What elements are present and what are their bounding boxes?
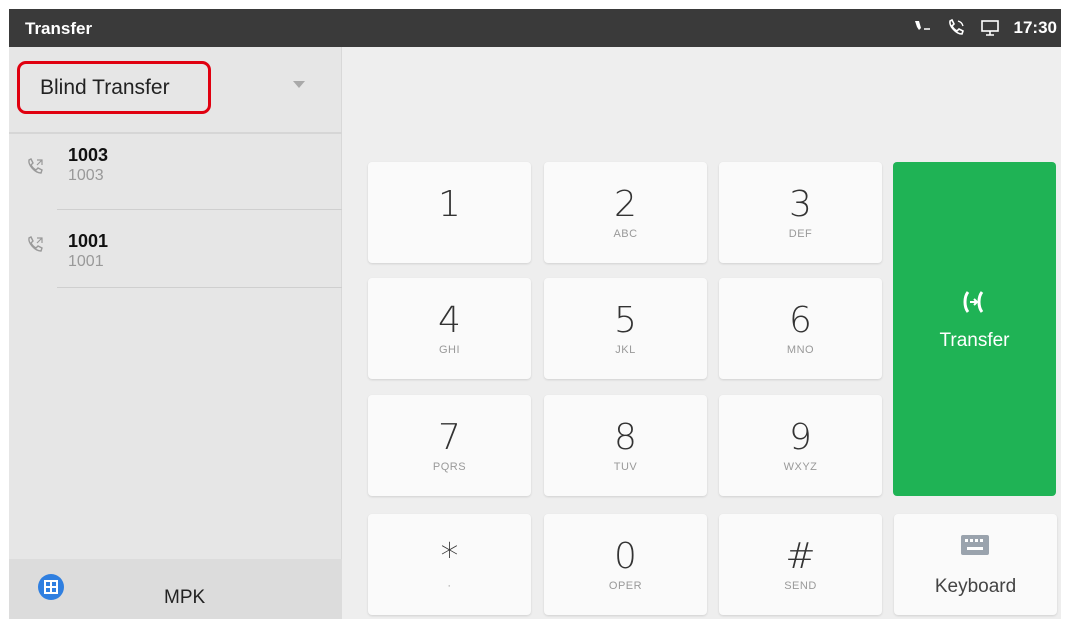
dropdown-arrow-icon[interactable] — [293, 81, 305, 88]
key-letters: PQRS — [432, 461, 467, 473]
key-digit: 1 — [438, 184, 461, 225]
key-letters: · — [447, 580, 452, 592]
key-letters: TUV — [613, 461, 638, 473]
key-digit: 6 — [789, 300, 812, 341]
key-letters: GHI — [438, 344, 461, 356]
dial-key-9[interactable]: 9 WXYZ — [719, 395, 882, 496]
key-digit: 9 — [789, 417, 812, 458]
key-letters: SEND — [784, 580, 817, 592]
divider — [57, 287, 342, 288]
transfer-call-icon — [963, 291, 984, 313]
dial-key-hash[interactable]: # SEND — [719, 514, 882, 615]
screen-title: Transfer — [25, 19, 93, 38]
divider — [57, 209, 342, 210]
dial-key-0[interactable]: 0 OPER — [544, 514, 707, 615]
key-letters: ABC — [613, 228, 638, 240]
mpk-grid-icon[interactable] — [38, 574, 64, 600]
key-digit: 2 — [614, 184, 637, 225]
dial-key-4[interactable]: 4 GHI — [368, 278, 531, 379]
status-clock: 17:30 — [1013, 18, 1057, 37]
network-icon — [980, 20, 999, 36]
dial-key-7[interactable]: 7 PQRS — [368, 395, 531, 496]
call-name: 1003 — [68, 145, 109, 165]
key-digit: 4 — [438, 300, 461, 341]
dial-key-8[interactable]: 8 TUV — [544, 395, 707, 496]
key-letters: JKL — [615, 344, 636, 356]
phone-screen: Transfer 17:30 Blind Transfer 1003 1003 … — [9, 9, 1061, 619]
key-digit: 3 — [789, 184, 812, 225]
dial-key-3[interactable]: 3 DEF — [719, 162, 882, 263]
key-digit: # — [785, 536, 816, 577]
headset-icon — [914, 21, 930, 30]
key-letters: MNO — [786, 344, 815, 356]
call-name: 1001 — [68, 231, 109, 251]
outgoing-call-icon — [28, 236, 43, 252]
key-digit: 7 — [438, 417, 461, 458]
dialpad-area: 1 2 ABC 3 DEF 4 GHI 5 JKL 6 MNO 7 PQRS 8 — [343, 47, 1061, 619]
call-number: 1001 — [68, 253, 104, 270]
key-letters: DEF — [788, 228, 813, 240]
key-digit: 0 — [614, 536, 637, 577]
key-letters: OPER — [608, 580, 643, 592]
divider — [9, 132, 342, 134]
status-bar: Transfer 17:30 — [9, 9, 1061, 47]
transfer-mode-value: Blind Transfer — [40, 76, 170, 99]
key-letters: WXYZ — [783, 461, 818, 473]
status-icons: 17:30 — [912, 17, 1057, 39]
call-list-item[interactable]: 1001 1001 — [9, 223, 342, 300]
left-panel: Blind Transfer 1003 1003 1001 1001 MPK — [9, 47, 342, 619]
keyboard-icon — [961, 535, 989, 555]
key-digit: 5 — [614, 300, 637, 341]
call-list-item[interactable]: 1003 1003 — [9, 145, 342, 222]
transfer-mode-dropdown[interactable]: Blind Transfer — [17, 61, 211, 114]
dial-key-6[interactable]: 6 MNO — [719, 278, 882, 379]
call-active-icon — [948, 18, 964, 35]
keyboard-button[interactable]: Keyboard — [894, 514, 1057, 615]
call-number: 1003 — [68, 167, 104, 184]
key-digit: * — [440, 536, 459, 577]
mpk-label: MPK — [164, 587, 206, 608]
keyboard-label: Keyboard — [934, 576, 1017, 597]
transfer-button[interactable]: Transfer — [893, 162, 1056, 496]
key-digit: 8 — [614, 417, 637, 458]
transfer-label: Transfer — [939, 330, 1010, 351]
outgoing-call-icon — [28, 158, 43, 174]
dial-key-star[interactable]: * · — [368, 514, 531, 615]
dial-key-5[interactable]: 5 JKL — [544, 278, 707, 379]
dial-key-2[interactable]: 2 ABC — [544, 162, 707, 263]
dial-key-1[interactable]: 1 — [368, 162, 531, 263]
mpk-bar[interactable]: MPK — [9, 559, 342, 619]
